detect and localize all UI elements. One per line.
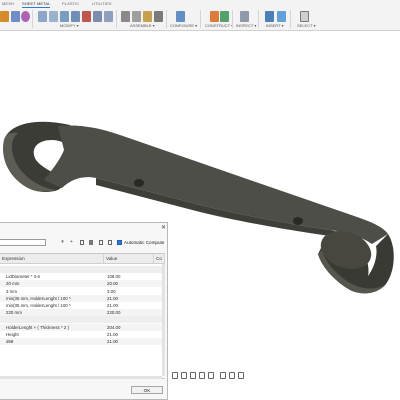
parameters-dialog: ✕ ▾ + Automatic Compute Expression Value…: [0, 222, 168, 400]
measure-icon[interactable]: [240, 11, 249, 22]
ribbon-toolbar: MESH SHEET METAL PLASTIC UTILITIES MODIF…: [0, 0, 400, 31]
mount-hole-left: [134, 179, 144, 187]
grid-settings-icon[interactable]: [229, 372, 235, 379]
table-row[interactable]: [0, 266, 165, 273]
fit-icon[interactable]: [208, 372, 214, 379]
tab-mesh[interactable]: MESH: [2, 1, 14, 6]
import-icon[interactable]: [108, 240, 112, 245]
expression-cell[interactable]: Height: [6, 331, 102, 338]
auto-compute-checkbox[interactable]: [117, 240, 122, 245]
table-row[interactable]: 3 mm 3.00: [0, 288, 165, 295]
pan-icon[interactable]: [190, 372, 196, 379]
mount-hole-right: [293, 217, 303, 225]
shell-icon[interactable]: [60, 11, 69, 22]
parameters-table: Expression Value Co LidDiameter * 0.6 108…: [0, 253, 165, 379]
copy-icon[interactable]: [80, 240, 84, 245]
sphere-icon[interactable]: [21, 11, 30, 22]
vertical-scrollbar[interactable]: [162, 264, 165, 376]
table-row[interactable]: d68 21.00: [0, 338, 165, 345]
separator: [200, 10, 201, 28]
viewports-icon[interactable]: [238, 372, 244, 379]
table-row[interactable]: HolderLenght + ( Thickness * 2 ) 204.00: [0, 323, 165, 331]
value-cell: 21.00: [107, 303, 118, 308]
table-row[interactable]: 220 mm 220.00: [0, 309, 165, 317]
split-icon[interactable]: [93, 11, 102, 22]
table-row[interactable]: min(35 mm, HolderLenght / 100 * 21.00: [0, 294, 165, 302]
search-input[interactable]: [0, 239, 46, 246]
tab-plastic[interactable]: PLASTIC: [62, 1, 79, 6]
table-row[interactable]: min(35 mm, HolderLenght / 100 * 21.00: [0, 302, 165, 309]
separator: [232, 10, 233, 28]
value-cell: 204.00: [107, 324, 121, 330]
table-row[interactable]: Height 21.00: [0, 331, 165, 338]
value-cell: 20.00: [107, 281, 118, 287]
expression-cell[interactable]: 20 mm: [6, 280, 102, 287]
insert-image-icon[interactable]: [277, 11, 286, 22]
auto-compute-label: Automatic Compute: [124, 240, 165, 245]
look-at-icon[interactable]: [181, 372, 187, 379]
delete-icon[interactable]: [89, 240, 93, 245]
column-expression[interactable]: Expression: [0, 254, 104, 264]
expression-cell[interactable]: LidDiameter * 0.6: [6, 273, 102, 280]
joint-origin-icon[interactable]: [154, 11, 163, 22]
combine-icon[interactable]: [71, 11, 80, 22]
value-cell: 108.00: [107, 274, 121, 280]
table-row[interactable]: [0, 316, 165, 324]
expression-cell[interactable]: 220 mm: [6, 309, 102, 316]
group-modify[interactable]: MODIFY ▾: [60, 23, 79, 28]
new-component-icon[interactable]: [121, 11, 130, 22]
add-parameter-icon[interactable]: +: [69, 239, 74, 245]
value-cell: 21.00: [107, 339, 118, 344]
expression-cell[interactable]: min(35 mm, HolderLenght / 100 *: [6, 302, 102, 309]
active-tab-indicator: [22, 7, 50, 8]
close-icon[interactable]: ✕: [161, 224, 166, 231]
insert-derive-icon[interactable]: [265, 11, 274, 22]
value-cell: 21.00: [107, 295, 118, 301]
as-built-joint-icon[interactable]: [143, 11, 152, 22]
table-row[interactable]: 20 mm 20.00: [0, 280, 165, 288]
group-assemble[interactable]: ASSEMBLE ▾: [130, 23, 155, 28]
separator: [166, 10, 167, 28]
expression-cell[interactable]: min(35 mm, HolderLenght / 100 *: [6, 295, 102, 302]
select-icon[interactable]: [300, 11, 309, 22]
joint-icon[interactable]: [132, 11, 141, 22]
fillet-icon[interactable]: [49, 11, 58, 22]
separator: [290, 10, 291, 28]
group-select[interactable]: SELECT ▾: [297, 23, 316, 28]
display-settings-icon[interactable]: [220, 372, 226, 379]
extrude-icon[interactable]: [0, 11, 9, 22]
group-inspect[interactable]: INSPECT ▾: [236, 23, 256, 28]
table-row[interactable]: LidDiameter * 0.6 108.00: [0, 273, 165, 280]
ok-button[interactable]: OK: [131, 386, 163, 394]
column-comment[interactable]: Co: [154, 254, 165, 264]
configure-icon[interactable]: [176, 11, 185, 22]
horizontal-scrollbar[interactable]: [0, 376, 162, 379]
tab-utilities[interactable]: UTILITIES: [92, 1, 112, 6]
expression-cell[interactable]: 3 mm: [6, 288, 102, 295]
zoom-icon[interactable]: [199, 372, 205, 379]
separator: [32, 10, 33, 28]
offset-plane-icon[interactable]: [210, 11, 219, 22]
axis-icon[interactable]: [220, 11, 229, 22]
value-cell: 3.00: [107, 288, 116, 294]
box-icon[interactable]: [11, 11, 20, 22]
separator: [258, 10, 259, 28]
export-icon[interactable]: [99, 240, 103, 245]
separator: [116, 10, 117, 28]
orbit-icon[interactable]: [172, 372, 178, 379]
move-icon[interactable]: [104, 11, 113, 22]
group-construct[interactable]: CONSTRUCT ▾: [205, 23, 233, 28]
expression-cell[interactable]: d68: [6, 338, 102, 345]
navigation-bar: [168, 370, 400, 382]
filter-icon[interactable]: ▾: [60, 239, 65, 245]
group-insert[interactable]: INSERT ▾: [266, 23, 284, 28]
tab-sheet-metal[interactable]: SHEET METAL: [22, 1, 51, 6]
group-configure[interactable]: CONFIGURE ▾: [170, 23, 197, 28]
value-cell: 220.00: [107, 310, 121, 316]
press-pull-icon[interactable]: [38, 11, 47, 22]
expression-cell[interactable]: HolderLenght + ( Thickness * 2 ): [6, 324, 102, 331]
scale-icon[interactable]: [82, 11, 91, 22]
value-cell: 21.00: [107, 331, 118, 337]
column-value[interactable]: Value: [104, 254, 154, 264]
